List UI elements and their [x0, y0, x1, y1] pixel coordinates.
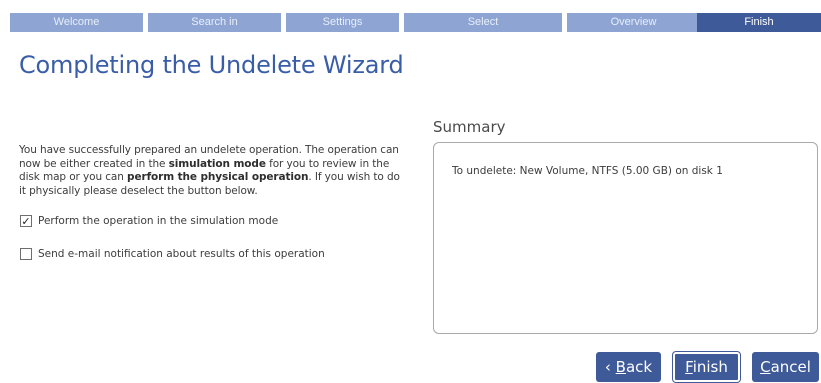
simulation-mode-label: Perform the operation in the simulation …	[38, 215, 279, 227]
step-overview: Overview	[567, 13, 700, 32]
email-notification-label: Send e-mail notification about results o…	[38, 248, 325, 260]
back-chevron: ‹	[604, 358, 616, 376]
step-welcome: Welcome	[10, 13, 143, 32]
step-finish: Finish	[697, 13, 821, 32]
step-search-in: Search in	[148, 13, 281, 32]
summary-panel: To undelete: New Volume, NTFS (5.00 GB) …	[433, 142, 818, 334]
finish-button[interactable]: Finish	[673, 352, 740, 382]
summary-heading: Summary	[433, 118, 506, 136]
finish-accelerator: F	[685, 358, 693, 376]
wizard-steps: Welcome Search in Settings Select Overvi…	[10, 13, 821, 32]
page-title: Completing the Undelete Wizard	[19, 51, 404, 79]
simulation-mode-emphasis: simulation mode	[168, 157, 266, 170]
back-accelerator: B	[615, 358, 626, 376]
simulation-mode-checkbox[interactable]: ✓	[20, 215, 32, 227]
back-label-rest: ack	[625, 358, 653, 376]
back-button[interactable]: ‹ Back	[596, 352, 661, 382]
checkmark-icon: ✓	[21, 214, 31, 228]
finish-label-rest: inish	[692, 358, 728, 376]
simulation-mode-option[interactable]: ✓ Perform the operation in the simulatio…	[20, 215, 278, 227]
step-select: Select	[404, 13, 562, 32]
step-settings: Settings	[286, 13, 399, 32]
email-notification-checkbox[interactable]	[20, 248, 32, 260]
physical-operation-emphasis: perform the physical operation	[127, 171, 309, 183]
cancel-button[interactable]: Cancel	[752, 352, 819, 382]
cancel-accelerator: C	[760, 358, 771, 376]
cancel-label-rest: ancel	[770, 358, 811, 376]
summary-undelete-line: To undelete: New Volume, NTFS (5.00 GB) …	[452, 165, 723, 177]
email-notification-option[interactable]: Send e-mail notification about results o…	[20, 248, 325, 260]
description-text: You have successfully prepared an undele…	[19, 144, 409, 198]
